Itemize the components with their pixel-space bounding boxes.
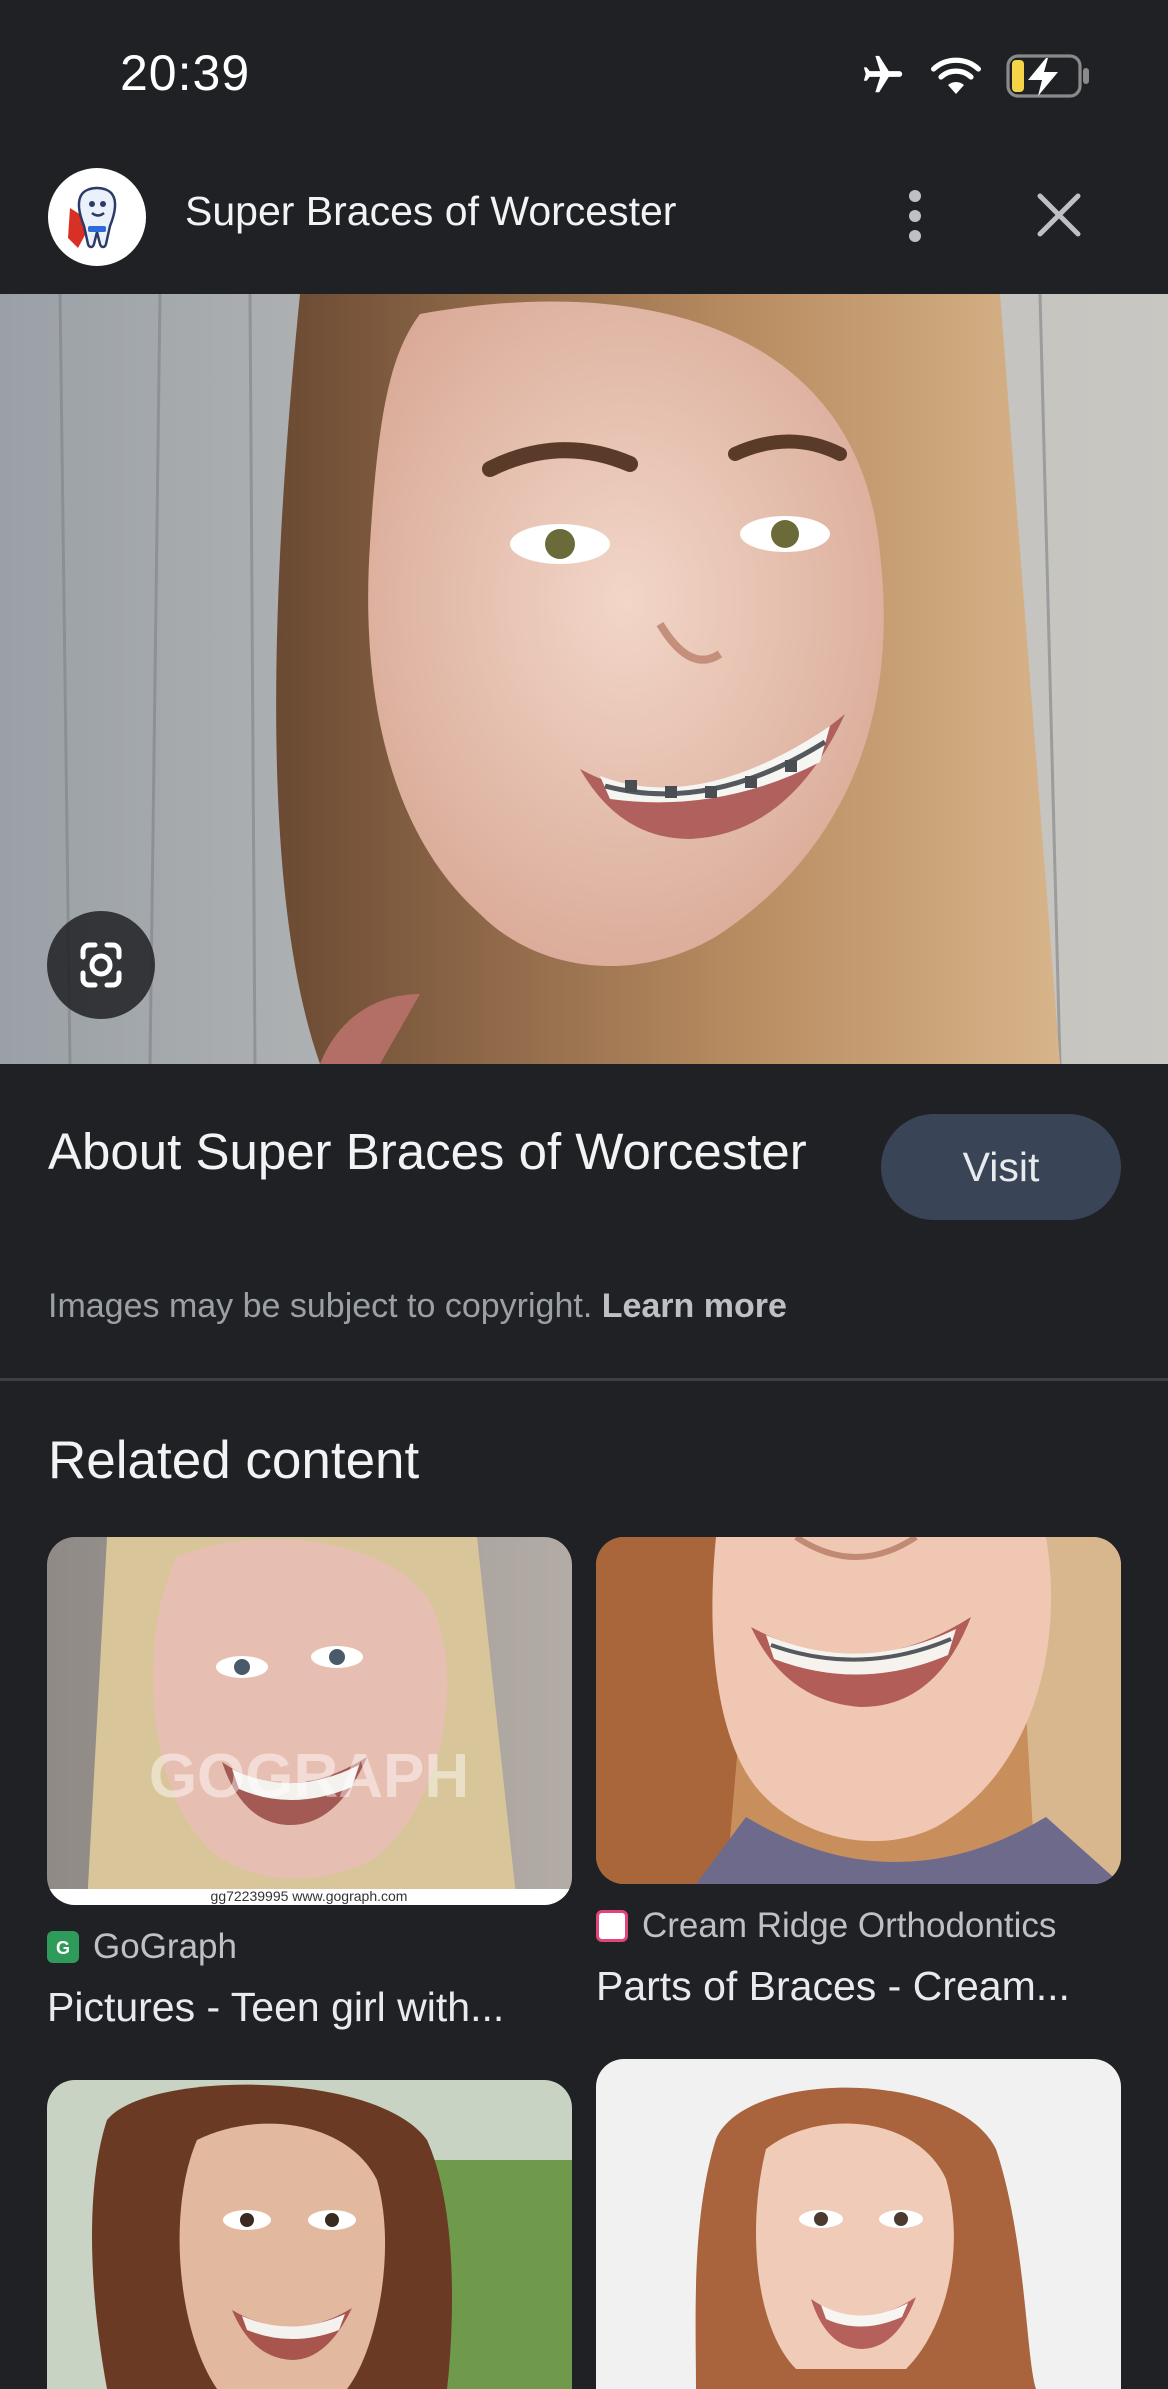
related-photo-4 [596,2059,1121,2389]
airplane-icon [863,55,903,93]
related-image-3[interactable] [47,2080,572,2389]
related-image-2[interactable] [596,1537,1121,1884]
related-image-1[interactable]: GOGRAPH gg72239995 www.gograph.com [47,1537,572,1905]
related-source-1-label: GoGraph [93,1927,237,1966]
battery-charging-icon [1006,54,1089,98]
gograph-footer: gg72239995 www.gograph.com [211,1888,408,1904]
related-source-2-label: Cream Ridge Orthodontics [642,1906,1057,1945]
related-source-2[interactable]: Cream Ridge Orthodontics [596,1906,1056,1946]
gograph-watermark: GOGRAPH [149,1742,469,1811]
more-options-button[interactable] [880,186,952,246]
related-caption-2[interactable]: Parts of Braces - Cream... [596,1963,1121,2010]
status-time: 20:39 [120,45,251,101]
tooth-mascot-logo [68,186,117,249]
about-title: About Super Braces of Worcester [48,1123,807,1180]
related-source-1[interactable]: G GoGraph [47,1927,237,1967]
visit-button[interactable]: Visit [881,1114,1121,1220]
related-content-title: Related content [48,1431,420,1490]
related-caption-1[interactable]: Pictures - Teen girl with... [47,1984,572,2031]
wifi-icon [931,57,981,94]
cream-ridge-favicon [596,1910,628,1942]
site-avatar[interactable] [48,168,146,266]
copyright-notice: Images may be subject to copyright. Lear… [48,1287,787,1326]
main-image[interactable] [0,294,1168,1064]
google-lens-icon [80,942,122,988]
close-button[interactable] [1020,180,1098,252]
divider [0,1378,1168,1381]
learn-more-link[interactable]: Learn more [602,1287,787,1325]
lens-search-button[interactable] [47,911,155,1019]
close-icon [1037,193,1081,237]
more-vert-icon [909,190,921,242]
related-photo-1: GOGRAPH gg72239995 www.gograph.com [47,1537,572,1905]
svg-text:G: G [56,1938,70,1958]
related-photo-3 [47,2080,572,2389]
copyright-text: Images may be subject to copyright. [48,1287,593,1325]
related-image-4[interactable] [596,2059,1121,2389]
related-photo-2 [596,1537,1121,1884]
site-title: Super Braces of Worcester [185,188,677,234]
gograph-favicon: G [47,1931,79,1963]
girl-with-braces-photo [0,294,1168,1064]
